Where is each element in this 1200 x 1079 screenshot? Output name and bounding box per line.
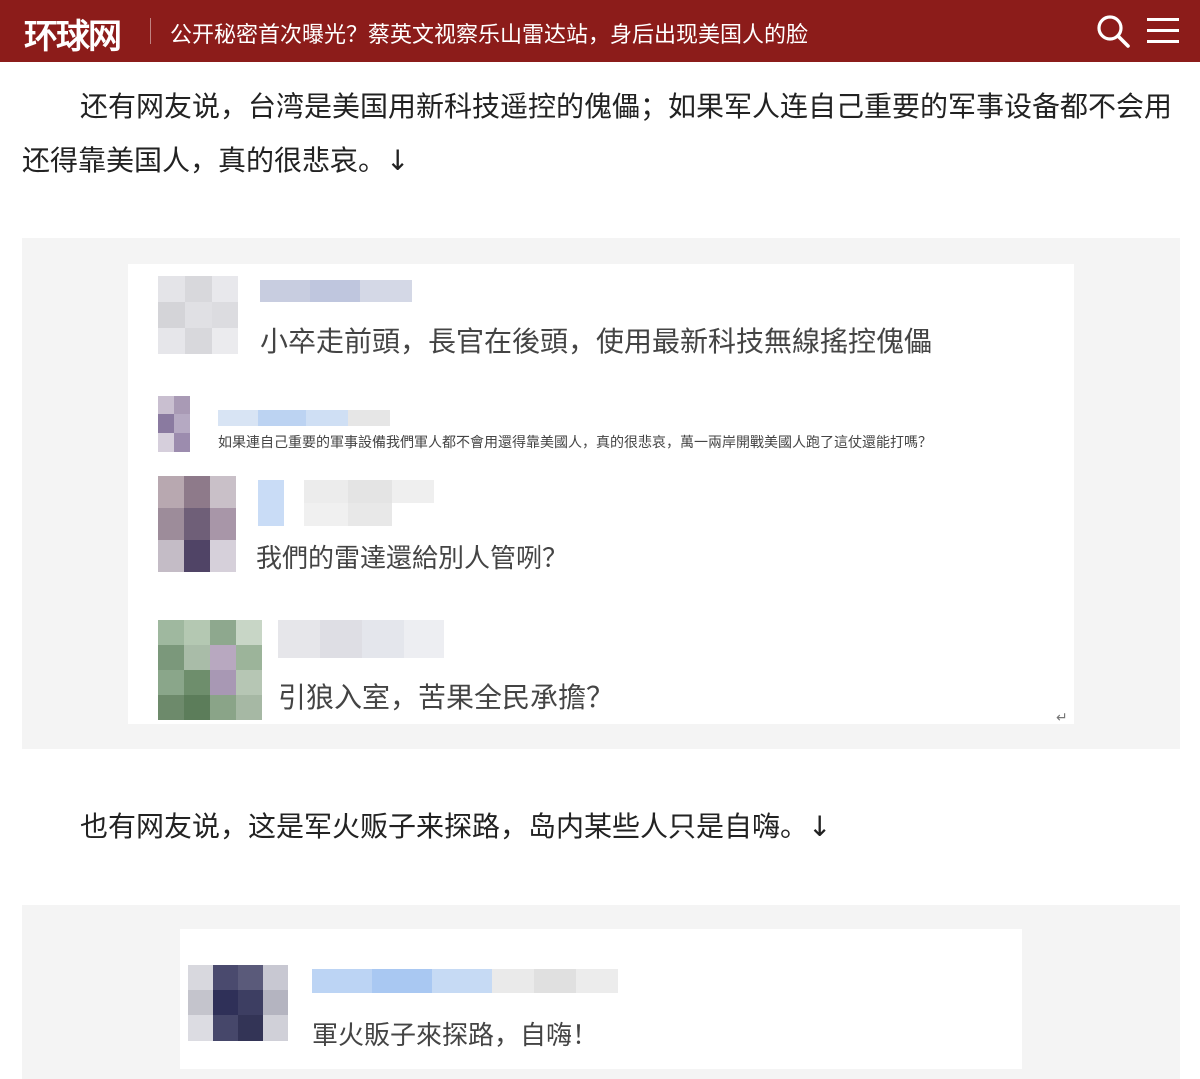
blurred-avatar [158,396,190,452]
blurred-username [260,280,412,302]
menu-button[interactable] [1145,12,1181,50]
paragraph-1-text: 还有网友说，台湾是美国用新科技遥控的傀儡；如果军人连自己重要的军事设备都不会用还… [22,90,1173,177]
comment-screenshot-1: 小卒走前頭，長官在後頭，使用最新科技無線搖控傀儡 如果連自己重要的軍事設備我們軍… [22,238,1180,749]
comment-screenshot-1-canvas: 小卒走前頭，長官在後頭，使用最新科技無線搖控傀儡 如果連自己重要的軍事設備我們軍… [128,264,1074,726]
blurred-username [258,480,434,526]
search-icon [1097,15,1130,48]
blurred-username [278,620,444,658]
blurred-avatar [158,276,238,354]
article-headline: 公开秘密首次曝光？蔡英文视察乐山雷达站，身后出现美国人的脸 [170,23,809,48]
search-button[interactable] [1094,12,1132,50]
blurred-username [218,410,390,426]
comment-screenshot-2: 軍火販子來探路，自嗨！ [22,905,1180,1079]
comment-text: 軍火販子來探路，自嗨！ [312,1021,599,1051]
comment-text: 如果連自己重要的軍事設備我們軍人都不會用還得靠美國人，真的很悲哀，萬一兩岸開戰美… [218,435,932,451]
comment-text: 我們的雷達還給別人管咧？ [256,544,569,574]
hamburger-menu-icon [1147,18,1179,43]
header-divider [150,18,151,44]
article-paragraph-2: 也有网友说，这是军火贩子来探路，岛内某些人只是自嗨。↓ [22,800,1182,854]
site-logo[interactable]: 环球网 [24,9,122,58]
comment-screenshot-2-canvas: 軍火販子來探路，自嗨！ [180,929,1022,1069]
comment-text: 小卒走前頭，長官在後頭，使用最新科技無線搖控傀儡 [260,325,933,358]
return-mark: ↵ [1056,710,1068,726]
blurred-avatar [158,476,236,572]
blurred-username [312,969,618,993]
comment-text: 引狼入室，苦果全民承擔？ [278,681,615,714]
blurred-avatar [158,620,262,720]
top-bar: 环球网 公开秘密首次曝光？蔡英文视察乐山雷达站，身后出现美国人的脸 [0,0,1200,62]
blurred-avatar [188,965,288,1041]
paragraph-2-text: 也有网友说，这是军火贩子来探路，岛内某些人只是自嗨。↓ [80,810,832,843]
article-paragraph-1: 还有网友说，台湾是美国用新科技遥控的傀儡；如果军人连自己重要的军事设备都不会用还… [22,80,1182,188]
